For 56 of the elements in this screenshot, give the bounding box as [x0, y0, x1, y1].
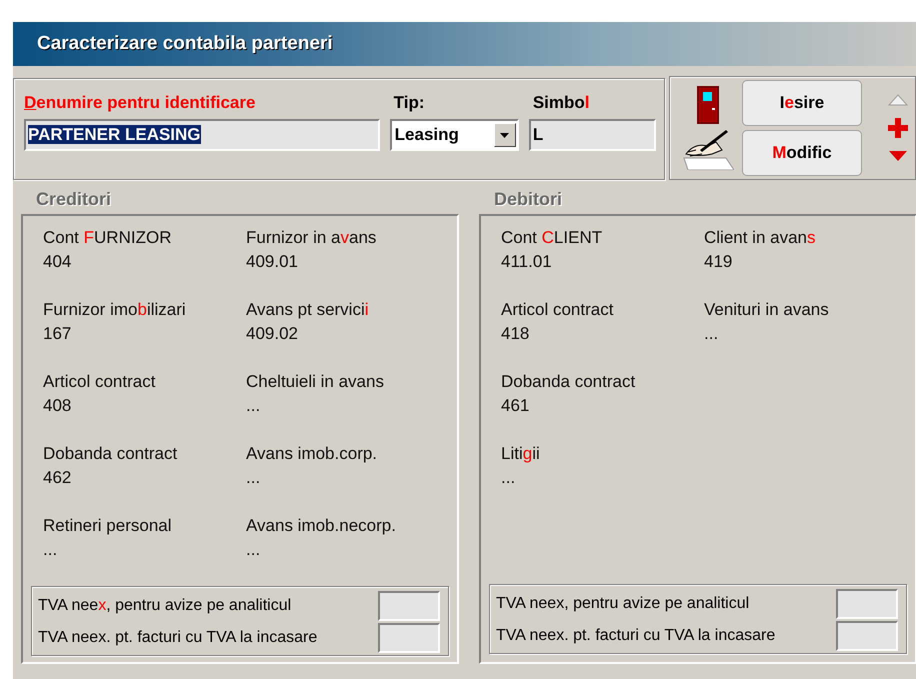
account-label[interactable]: Cheltuieli in avans — [246, 370, 449, 394]
account-value: 408 — [43, 395, 72, 417]
account-value: ... — [501, 467, 516, 489]
account-value: ... — [246, 467, 262, 489]
vat-field[interactable] — [836, 589, 898, 619]
window-title: Caracterizare contabila parteneri — [37, 33, 333, 55]
vat-field[interactable] — [378, 591, 440, 621]
account-label[interactable]: Articol contract — [43, 370, 246, 394]
account-label[interactable]: Dobanda contract — [501, 370, 704, 394]
account-label[interactable]: Furnizor imobilizari — [43, 298, 246, 322]
account-value: ... — [246, 539, 262, 561]
type-label: Tip: — [392, 93, 426, 113]
name-field[interactable]: PARTENER LEASING — [24, 119, 380, 151]
hand-writing-icon — [682, 128, 734, 170]
account-value: 418 — [501, 323, 530, 345]
account-value: 409.02 — [246, 323, 299, 345]
account-value: 462 — [43, 467, 72, 489]
vat-field[interactable] — [836, 621, 898, 651]
account-label[interactable]: Articol contract — [501, 298, 704, 322]
account-value: ... — [704, 323, 720, 345]
account-label[interactable]: Avans imob.corp. — [246, 442, 449, 466]
account-value: 461 — [501, 395, 530, 417]
symbol-label: Simbol — [532, 93, 591, 113]
account-value: 404 — [43, 251, 72, 273]
down-arrow-icon[interactable] — [888, 150, 908, 162]
vat-label: TVA neex, pentru avize pe analiticul — [38, 597, 292, 615]
account-label[interactable]: Dobanda contract — [43, 442, 246, 466]
account-label[interactable]: Retineri personal — [43, 514, 246, 538]
section-heading: Debitori — [493, 188, 564, 211]
account-value: ... — [246, 395, 262, 417]
type-dropdown[interactable]: Leasing — [390, 119, 519, 151]
door-icon — [697, 86, 719, 124]
plus-icon[interactable] — [888, 118, 908, 138]
account-label[interactable]: Furnizor in avans — [246, 226, 449, 250]
vat-label: TVA neex, pentru avize pe analiticul — [496, 595, 750, 613]
account-label[interactable]: Client in avans — [704, 226, 907, 250]
account-label[interactable]: Cont FURNIZOR — [43, 226, 246, 250]
account-value: 409.01 — [246, 251, 299, 273]
account-label[interactable]: Avans pt servicii — [246, 298, 449, 322]
account-label[interactable]: Litigii — [501, 442, 704, 466]
symbol-field[interactable]: L — [528, 119, 656, 151]
vat-field[interactable] — [378, 623, 440, 653]
account-value: ... — [43, 539, 58, 561]
vat-label: TVA neex. pt. facturi cu TVA la incasare — [38, 629, 318, 647]
section-heading: Creditori — [35, 188, 112, 211]
account-value: 167 — [43, 323, 72, 345]
account-value: 411.01 — [501, 251, 553, 273]
account-label[interactable]: Venituri in avans — [704, 298, 907, 322]
account-label[interactable]: Cont CLIENT — [501, 226, 704, 250]
account-value: 419 — [704, 251, 734, 273]
action-button[interactable]: Iesire — [742, 80, 862, 126]
vat-label: TVA neex. pt. facturi cu TVA la incasare — [496, 627, 776, 645]
action-button[interactable]: Modific — [742, 130, 862, 176]
account-label[interactable]: Avans imob.necorp. — [246, 514, 449, 538]
dropdown-arrow-icon — [500, 132, 510, 138]
name-label: Denumire pentru identificare — [24, 93, 256, 113]
